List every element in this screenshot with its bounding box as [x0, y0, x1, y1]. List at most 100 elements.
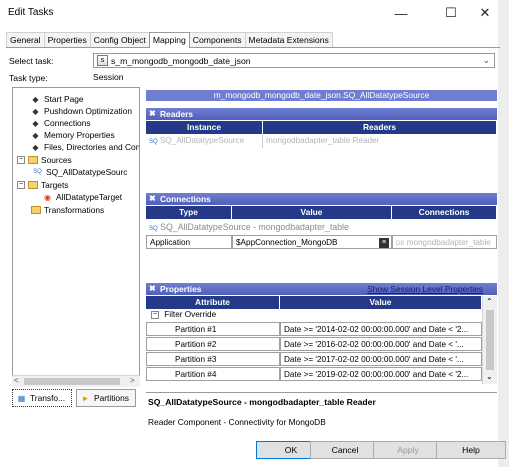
reader-instance-cell: SQ SQ_AllDatatypeSource	[146, 134, 263, 148]
bottom-tab-strip: ▦ Transfo... ► Partitions	[12, 389, 140, 409]
navigator-tree: ◆ Start Page ◆ Pushdown Optimization ◆ Conn…	[12, 87, 140, 387]
folder-icon	[28, 156, 38, 164]
readers-table: Instance Readers SQ SQ_AllDatatypeSource…	[146, 121, 497, 151]
connection-type-cell: Application	[146, 235, 232, 249]
partitions-icon: ►	[81, 393, 90, 403]
tree-item-pushdown[interactable]: ◆ Pushdown Optimization	[31, 105, 132, 117]
collapse-icon[interactable]: −	[17, 181, 25, 189]
column-header-attribute: Attribute	[146, 296, 280, 309]
tree-item-connections[interactable]: ◆ Connections	[31, 117, 90, 129]
minimize-button[interactable]: —	[384, 2, 418, 24]
tab-partitions[interactable]: ► Partitions	[76, 389, 136, 407]
source-qualifier-icon: SQ	[149, 139, 158, 145]
task-type-value: Session	[93, 72, 124, 82]
close-button[interactable]: ✕	[468, 2, 502, 24]
target-icon: ◉	[44, 192, 51, 202]
task-type-label: Task type:	[9, 73, 48, 83]
connections-table: Type Value Connections SQ SQ_AllDatatype…	[146, 206, 497, 256]
connections-icon: ◆	[32, 118, 39, 128]
scroll-up-icon[interactable]: ⌃	[486, 297, 493, 306]
pushdown-icon: ◆	[32, 106, 39, 116]
scroll-thumb[interactable]	[24, 378, 120, 385]
connection-name-cell[interactable]: DB mongodbadapter_table	[392, 235, 497, 249]
tab-mapping[interactable]: Mapping	[148, 32, 190, 48]
readers-section-header[interactable]: ✖ Readers	[146, 108, 497, 120]
tab-strip: General Properties Config Object Mapping…	[6, 32, 333, 48]
partition-value-cell[interactable]: Date >= '2014-02-02 00:00:00.000' and Da…	[280, 322, 482, 336]
cancel-button[interactable]: Cancel	[310, 441, 380, 459]
select-task-value: s_m_mongodb_mongodb_date_json	[111, 55, 251, 66]
tab-transformations[interactable]: ▦ Transfo...	[12, 389, 72, 407]
tab-properties[interactable]: Properties	[43, 32, 91, 47]
folder-icon	[28, 181, 38, 189]
partition-attribute-cell: Partition #1	[146, 322, 280, 336]
connection-value-cell[interactable]: $AppConnection_MongoDB ≡	[232, 235, 392, 249]
files-icon: ◆	[32, 142, 39, 152]
filter-override-group[interactable]: − Filter Override	[148, 309, 348, 321]
scroll-thumb[interactable]	[486, 310, 494, 370]
column-header-instance: Instance	[146, 121, 263, 134]
tab-general[interactable]: General	[6, 32, 45, 47]
properties-section-header[interactable]: ✖ Properties Show Session Level Properti…	[146, 283, 497, 295]
tree-item-start-page[interactable]: ◆ Start Page	[31, 93, 83, 105]
select-task-label: Select task:	[9, 56, 54, 66]
description-text: Reader Component - Connectivity for Mong…	[148, 417, 326, 427]
background-window-edge	[498, 0, 509, 467]
window-title: Edit Tasks	[8, 7, 54, 18]
description-panel: SQ_AllDatatypeSource - mongodbadapter_ta…	[146, 392, 497, 432]
connections-subtitle: SQ SQ_AllDatatypeSource - mongodbadapter…	[149, 222, 349, 232]
memory-icon: ◆	[32, 130, 39, 140]
properties-table: Attribute Value − Filter Override Partit…	[146, 296, 497, 388]
start-icon: ◆	[32, 94, 39, 104]
session-icon: s	[97, 55, 108, 66]
folder-icon	[31, 206, 41, 214]
partition-attribute-cell: Partition #4	[146, 367, 280, 381]
collapse-section-icon[interactable]: ✖	[149, 283, 156, 295]
help-button[interactable]: Help	[436, 441, 506, 459]
chevron-down-icon[interactable]: ⌄	[482, 55, 490, 66]
tree-item-transformations[interactable]: Transformations	[31, 204, 104, 216]
transformations-icon: ▦	[17, 393, 26, 403]
tree-item-source-qualifier[interactable]: SQ SQ_AllDatatypeSourc	[33, 166, 127, 178]
scroll-down-icon[interactable]: ⌄	[486, 372, 493, 381]
partition-attribute-cell: Partition #3	[146, 352, 280, 366]
scroll-right-icon[interactable]: >	[130, 376, 135, 385]
tree-item-target[interactable]: ◉ AllDatatypeTarget	[43, 191, 122, 203]
show-session-properties-link[interactable]: Show Session Level Properties	[367, 283, 483, 295]
collapse-section-icon[interactable]: ✖	[149, 108, 156, 120]
connections-section-header[interactable]: ✖ Connections	[146, 193, 497, 205]
column-header-type: Type	[146, 206, 232, 219]
panel-title: m_mongodb_mongodb_date_json.SQ_AllDataty…	[146, 90, 497, 101]
collapse-section-icon[interactable]: ✖	[149, 193, 156, 205]
tab-components[interactable]: Components	[188, 32, 246, 47]
browse-connection-icon[interactable]: ≡	[379, 238, 389, 248]
tree-item-targets[interactable]: − Targets	[17, 179, 68, 191]
column-header-connections: Connections	[392, 206, 497, 219]
tab-metadata-extensions[interactable]: Metadata Extensions	[244, 32, 333, 47]
tree-item-files[interactable]: ◆ Files, Directories and Com	[31, 141, 139, 153]
column-header-value: Value	[232, 206, 392, 219]
select-task-dropdown[interactable]: s s_m_mongodb_mongodb_date_json ⌄	[93, 53, 495, 68]
apply-button[interactable]: Apply	[373, 441, 443, 459]
properties-vertical-scrollbar[interactable]: ⌃ ⌄	[482, 296, 497, 384]
collapse-icon[interactable]: −	[151, 310, 159, 319]
partition-value-cell[interactable]: Date >= '2019-02-02 00:00:00.000' and Da…	[280, 367, 482, 381]
maximize-button[interactable]: ☐	[434, 2, 468, 24]
tab-divider	[6, 47, 500, 48]
title-bar: Edit Tasks — ☐ ✕	[0, 0, 509, 28]
partition-value-cell[interactable]: Date >= '2017-02-02 00:00:00.000' and Da…	[280, 352, 482, 366]
column-header-value: Value	[280, 296, 482, 309]
connection-icon: DB	[396, 241, 405, 247]
description-title: SQ_AllDatatypeSource - mongodbadapter_ta…	[148, 397, 376, 407]
tree-horizontal-scrollbar[interactable]: < >	[12, 375, 140, 387]
tab-config-object[interactable]: Config Object	[89, 32, 150, 47]
partition-value-cell[interactable]: Date >= '2016-02-02 00:00:00.000' and Da…	[280, 337, 482, 351]
source-qualifier-icon: SQ	[33, 168, 42, 175]
reader-value-cell[interactable]: mongodbadapter_table Reader	[263, 134, 497, 148]
tree-item-memory[interactable]: ◆ Memory Properties	[31, 129, 114, 141]
tree-item-sources[interactable]: − Sources	[17, 154, 72, 166]
scroll-left-icon[interactable]: <	[14, 376, 19, 385]
partition-attribute-cell: Partition #2	[146, 337, 280, 351]
collapse-icon[interactable]: −	[17, 156, 25, 164]
source-qualifier-icon: SQ	[149, 226, 158, 232]
